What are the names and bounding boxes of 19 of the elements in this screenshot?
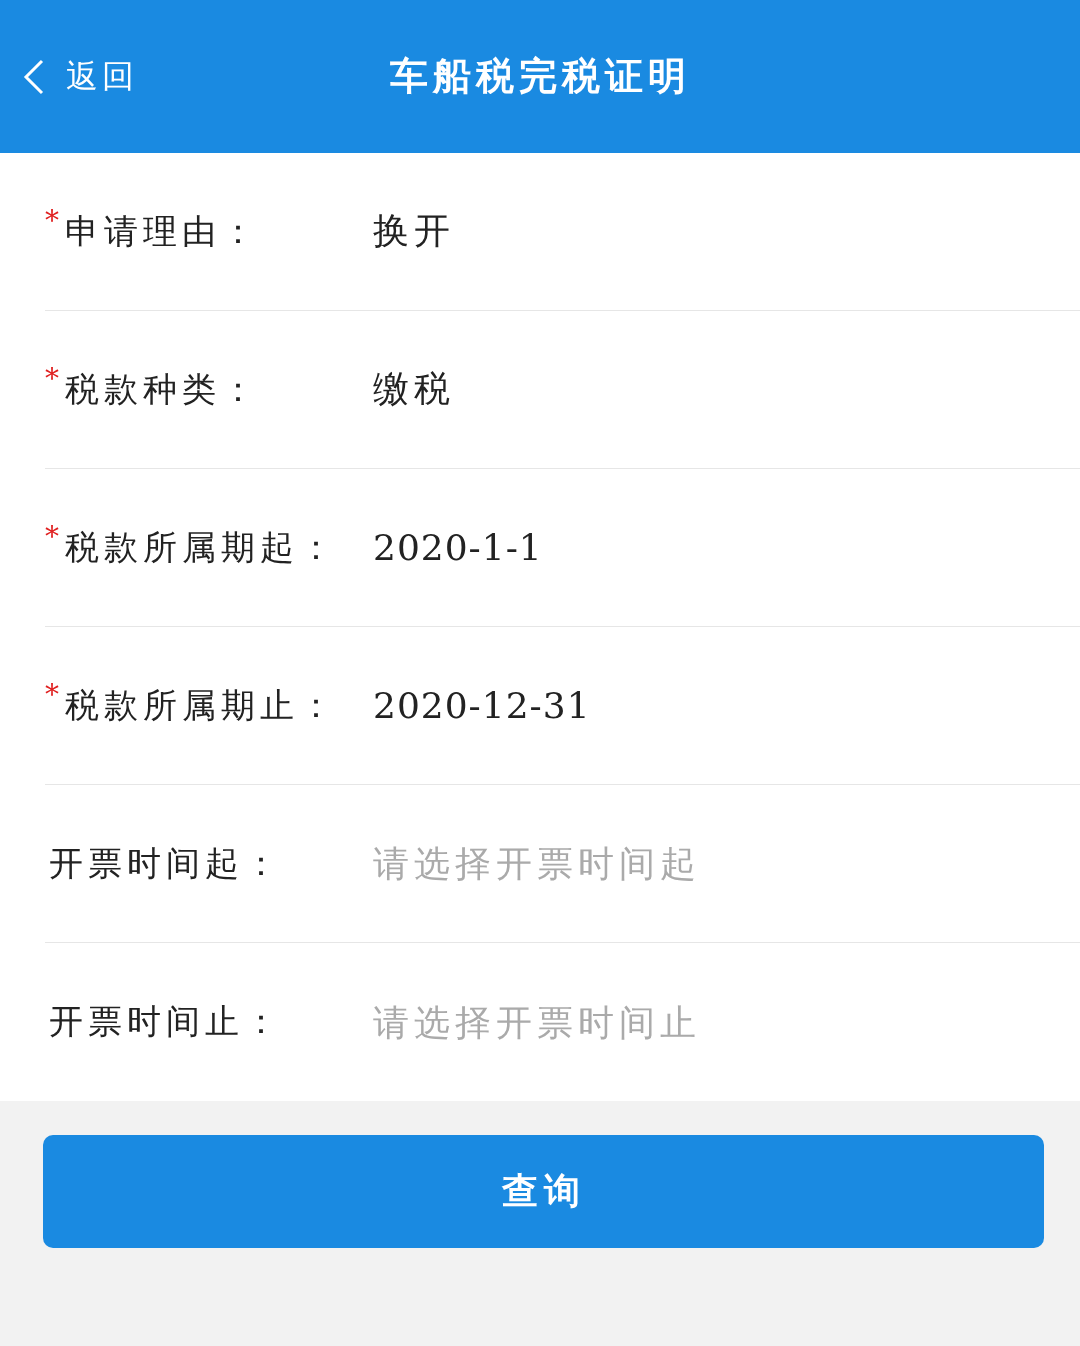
query-button[interactable]: 查询 (43, 1135, 1044, 1248)
field-label: 税款所属期起： (65, 525, 338, 569)
field-label: 开票时间止： (48, 1000, 283, 1043)
field-label: 申请理由： (65, 209, 260, 253)
input-field[interactable]: 换开 (373, 211, 973, 252)
required-mark: * (45, 364, 60, 393)
required-mark: * (45, 206, 60, 235)
page-title: 车船税完税证明 (389, 52, 691, 100)
input-field[interactable]: 请选择开票时间止 (373, 1001, 973, 1043)
field-label: 税款所属期止： (65, 683, 338, 727)
input-field[interactable]: 请选择开票时间起 (373, 843, 973, 884)
field-label: 税款种类： (65, 367, 260, 411)
field-label: 开票时间起： (48, 841, 283, 885)
input-field[interactable]: 2020-1-1 (373, 527, 973, 568)
back-button[interactable]: 返回 (0, 54, 138, 99)
required-mark: * (45, 522, 60, 551)
input-field[interactable]: 2020-12-31 (373, 685, 973, 726)
input-field[interactable]: 缴税 (373, 369, 973, 410)
required-mark: * (45, 680, 60, 709)
